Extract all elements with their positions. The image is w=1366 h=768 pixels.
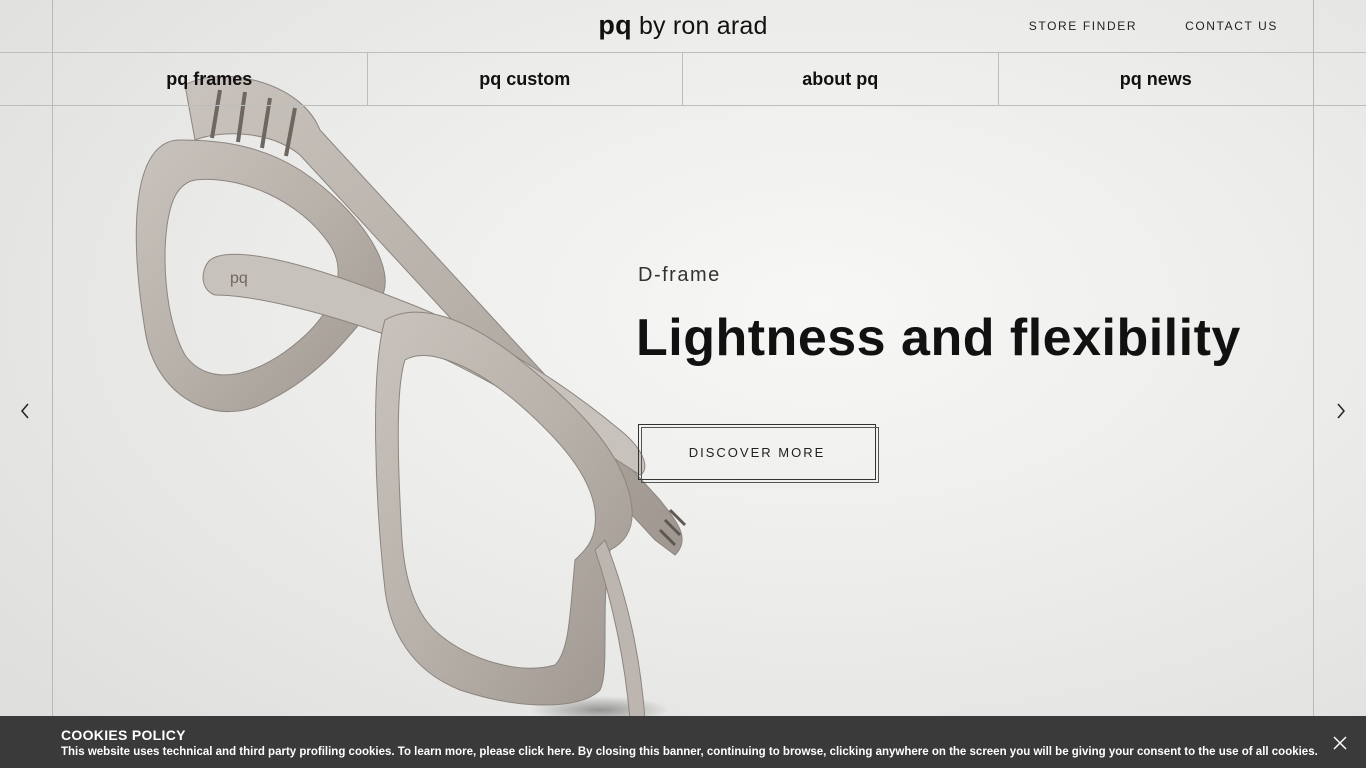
- store-finder-link[interactable]: STORE FINDER: [1029, 19, 1137, 33]
- slide-kicker: D-frame: [638, 264, 721, 286]
- cookie-close-button[interactable]: [1330, 733, 1350, 753]
- cookie-text-after: . By closing this banner, continuing to …: [571, 746, 1318, 758]
- next-slide-button[interactable]: [1331, 400, 1351, 422]
- top-bar: pq by ron arad STORE FINDER CONTACT US: [0, 0, 1366, 53]
- cookie-text: This website uses technical and third pa…: [61, 746, 1318, 758]
- utility-links: STORE FINDER CONTACT US: [1029, 19, 1278, 33]
- logo-mark: pq: [598, 10, 632, 40]
- nav-divider-right: [1313, 105, 1366, 106]
- hero-slider: pq pq by ron arad STORE FINDER CONTACT U…: [0, 0, 1366, 768]
- discover-more-button[interactable]: DISCOVER MORE: [638, 424, 879, 483]
- nav-item-pq-news[interactable]: pq news: [997, 53, 1314, 105]
- close-icon: [1333, 736, 1347, 750]
- cookie-text-before: This website uses technical and third pa…: [61, 746, 519, 758]
- nav-item-pq-custom[interactable]: pq custom: [366, 53, 683, 105]
- nav-item-about-pq[interactable]: about pq: [682, 53, 998, 105]
- main-nav: pq frames pq custom about pq pq news: [52, 53, 1313, 106]
- nav-divider-left: [0, 105, 52, 106]
- cookie-title: COOKIES POLICY: [61, 727, 186, 743]
- chevron-right-icon: [1337, 403, 1345, 419]
- cookie-policy-link[interactable]: click here: [518, 746, 571, 758]
- contact-us-link[interactable]: CONTACT US: [1185, 19, 1278, 33]
- eyeglasses-image: pq: [135, 75, 687, 724]
- previous-slide-button[interactable]: [15, 400, 35, 422]
- cookie-banner: COOKIES POLICY This website uses technic…: [0, 716, 1366, 768]
- left-guide-line: [52, 0, 53, 768]
- right-guide-line: [1313, 0, 1314, 768]
- chevron-left-icon: [21, 403, 29, 419]
- svg-text:pq: pq: [230, 270, 248, 287]
- logo-text: by ron arad: [638, 12, 768, 40]
- nav-item-pq-frames[interactable]: pq frames: [52, 53, 367, 105]
- slide-headline: Lightness and flexibility: [636, 309, 1241, 367]
